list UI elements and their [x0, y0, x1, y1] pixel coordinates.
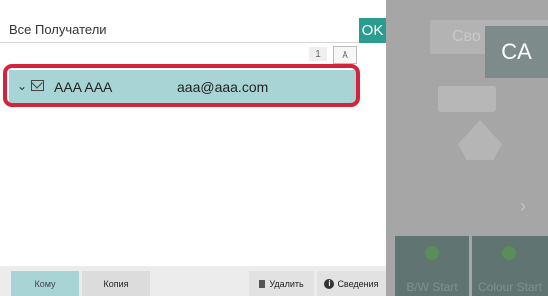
page-number: 1: [309, 47, 327, 61]
recipients-dialog: [0, 0, 386, 296]
colour-start-label: Colour Start: [477, 280, 543, 294]
colour-start-button: Colour Start: [472, 236, 548, 296]
chevron-right-icon: ›: [520, 196, 526, 216]
trash-icon: [259, 279, 266, 288]
start-indicator-icon: [425, 246, 439, 260]
dialog-title: Все Получатели: [9, 22, 107, 37]
background-tab-label: Сво: [452, 28, 481, 45]
sort-icon: Ā: [342, 50, 348, 60]
bw-start-button: B/W Start: [395, 236, 469, 296]
bw-start-label: B/W Start: [406, 280, 458, 294]
sort-button[interactable]: Ā: [333, 46, 357, 64]
ok-button[interactable]: OK: [359, 18, 386, 43]
delete-label: Удалить: [269, 278, 304, 289]
cc-label: Копия: [103, 278, 129, 289]
divider: [0, 42, 359, 43]
background-icon: [438, 86, 496, 112]
delete-button[interactable]: Удалить: [249, 271, 314, 296]
info-icon: i: [324, 278, 335, 289]
info-button[interactable]: i Сведения: [317, 271, 386, 296]
cc-button[interactable]: Копия: [82, 271, 150, 296]
start-indicator-icon: [502, 246, 516, 260]
clear-all-button[interactable]: CA: [485, 26, 548, 78]
selection-highlight: [3, 64, 360, 107]
to-label: Кому: [34, 278, 56, 289]
to-button[interactable]: Кому: [11, 271, 79, 296]
info-label: Сведения: [337, 278, 379, 289]
